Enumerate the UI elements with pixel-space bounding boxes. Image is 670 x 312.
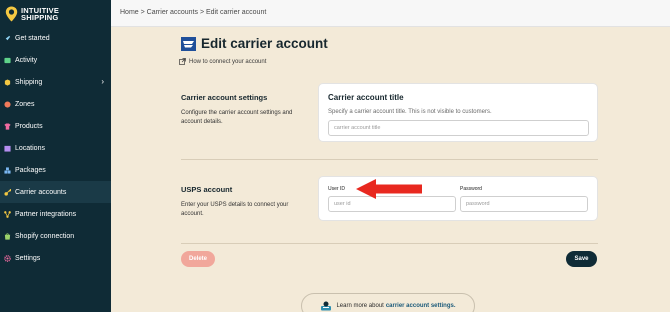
rocket-icon: [4, 35, 11, 41]
settings-section-description: Configure the carrier account settings a…: [181, 110, 293, 125]
save-button[interactable]: Save: [566, 251, 597, 267]
sidebar: INTUITIVE SHIPPING Get started Activity …: [0, 0, 111, 312]
sidebar-item-label: Partner integrations: [15, 210, 77, 218]
help-link-label: How to connect your account: [189, 58, 267, 65]
carrier-title-card-heading: Carrier account title: [328, 93, 404, 102]
how-to-connect-link[interactable]: How to connect your account: [179, 58, 266, 65]
learn-more-prefix: Learn more about: [336, 303, 384, 309]
shopify-icon: [4, 232, 11, 240]
brand-logo[interactable]: INTUITIVE SHIPPING: [5, 4, 59, 24]
breadcrumb[interactable]: Home > Carrier accounts > Edit carrier a…: [120, 9, 266, 16]
sidebar-item-label: Shopify connection: [15, 232, 75, 240]
location-pin-icon: [5, 6, 18, 22]
sidebar-item-partner-integrations[interactable]: Partner integrations: [0, 203, 111, 225]
globe-icon: [4, 100, 11, 108]
carrier-account-title-input[interactable]: carrier account title: [328, 120, 589, 136]
sidebar-item-label: Products: [15, 122, 43, 130]
packages-icon: [4, 166, 11, 174]
sidebar-item-products[interactable]: Products: [0, 115, 111, 137]
page-title: Edit carrier account: [201, 36, 328, 51]
sidebar-item-label: Zones: [15, 100, 35, 108]
brand-line-2: SHIPPING: [21, 13, 59, 22]
chevron-right-icon: ›: [101, 77, 104, 86]
sidebar-item-shopify-connection[interactable]: Shopify connection: [0, 225, 111, 247]
page-header: Edit carrier account: [181, 36, 328, 51]
sidebar-item-settings[interactable]: Settings: [0, 247, 111, 269]
password-label: Password: [460, 186, 482, 192]
learn-illustration-icon: [321, 301, 332, 311]
main-content: Edit carrier account How to connect your…: [111, 27, 670, 312]
sidebar-item-label: Shipping: [15, 78, 43, 86]
carrier-title-card: Carrier account title Specify a carrier …: [318, 83, 598, 142]
learn-more-banner: Learn more about carrier account setting…: [301, 293, 475, 312]
network-icon: [4, 210, 11, 218]
key-icon: [4, 188, 11, 196]
sidebar-item-label: Activity: [15, 56, 38, 64]
sidebar-item-label: Locations: [15, 144, 45, 152]
section-divider: [181, 159, 598, 160]
user-id-label: User ID: [328, 186, 345, 192]
password-placeholder: password: [466, 201, 490, 207]
external-link-icon: [179, 58, 186, 65]
sidebar-item-locations[interactable]: Locations: [0, 137, 111, 159]
usps-section-description: Enter your USPS details to connect your …: [181, 202, 289, 217]
sidebar-item-activity[interactable]: Activity: [0, 49, 111, 71]
user-id-placeholder: user id: [334, 201, 351, 207]
footer-divider: [181, 243, 598, 244]
shirt-icon: [4, 122, 11, 130]
sidebar-item-carrier-accounts[interactable]: Carrier accounts: [0, 181, 111, 203]
sidebar-nav: Get started Activity Shipping › Zones Pr…: [0, 27, 111, 269]
delete-button[interactable]: Delete: [181, 251, 215, 267]
settings-section-title: Carrier account settings: [181, 93, 268, 102]
red-arrow-annotation: [356, 179, 422, 199]
gear-icon: [4, 254, 11, 262]
sidebar-item-shipping[interactable]: Shipping ›: [0, 71, 111, 93]
sidebar-item-label: Settings: [15, 254, 41, 262]
sidebar-item-label: Carrier accounts: [15, 188, 67, 196]
brand-name: INTUITIVE SHIPPING: [21, 6, 59, 22]
store-icon: [4, 145, 11, 152]
box-icon: [4, 78, 11, 86]
sidebar-item-label: Get started: [15, 34, 50, 42]
usps-section-title: USPS account: [181, 185, 233, 194]
activity-icon: [4, 57, 11, 63]
carrier-account-title-placeholder: carrier account title: [334, 125, 381, 131]
password-input[interactable]: password: [460, 196, 588, 212]
top-bar: Home > Carrier accounts > Edit carrier a…: [111, 0, 670, 27]
usps-logo-icon: [181, 36, 196, 51]
carrier-title-card-subtitle: Specify a carrier account title. This is…: [328, 109, 492, 115]
carrier-account-settings-link[interactable]: carrier account settings.: [386, 303, 456, 309]
sidebar-item-get-started[interactable]: Get started: [0, 27, 111, 49]
sidebar-item-zones[interactable]: Zones: [0, 93, 111, 115]
sidebar-item-label: Packages: [15, 166, 46, 174]
sidebar-item-packages[interactable]: Packages: [0, 159, 111, 181]
